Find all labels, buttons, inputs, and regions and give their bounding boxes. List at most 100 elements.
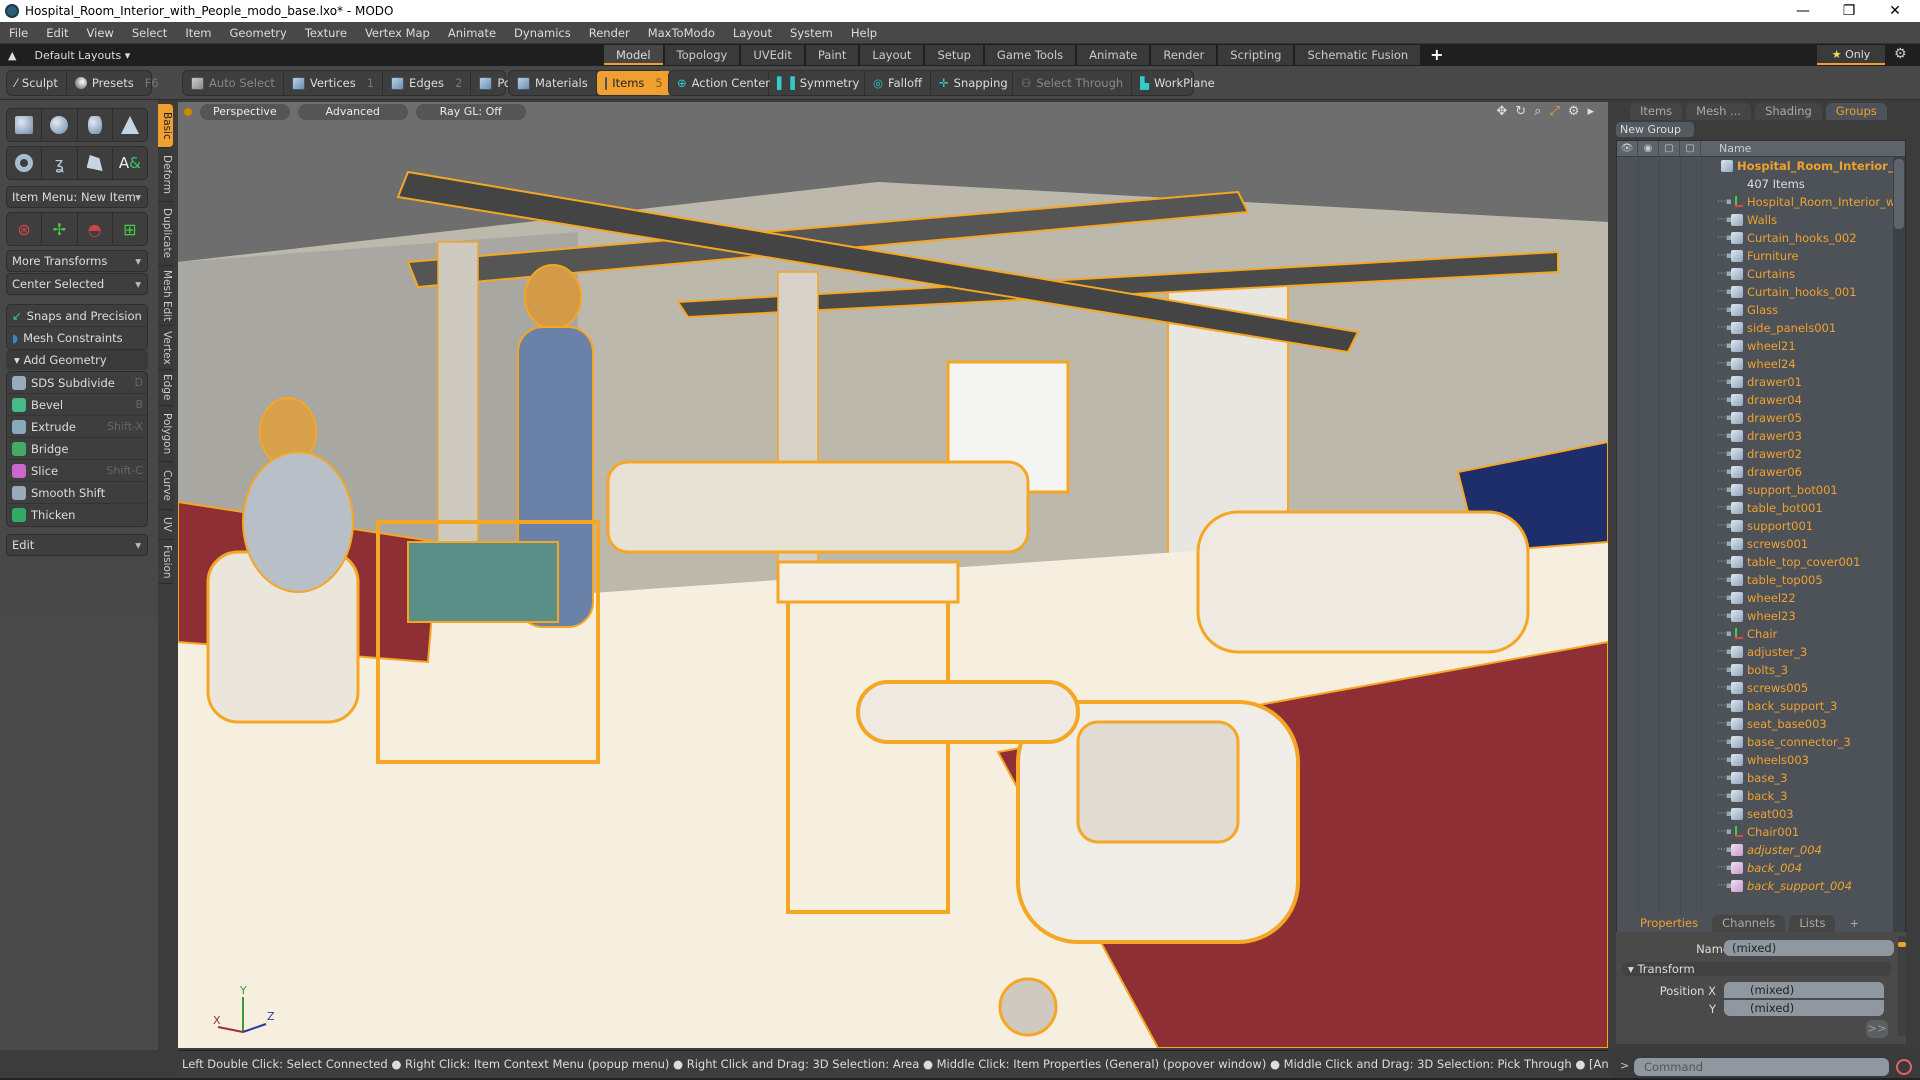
cone-tool[interactable] [113, 109, 147, 141]
workplane-button[interactable]: ▙ WorkPlane [1132, 71, 1223, 95]
vtab-deform[interactable]: Deform [158, 148, 173, 202]
tree-item[interactable]: ···▪ Curtains [1717, 265, 1893, 283]
tool-extrude[interactable]: Extrude Shift-X [7, 416, 147, 438]
zoom-icon[interactable]: ⌕ [1534, 104, 1541, 119]
vtab-edge[interactable]: Edge [158, 370, 173, 406]
layout-tab-topology[interactable]: Topology [664, 45, 740, 65]
vtab-duplicate[interactable]: Duplicate [158, 202, 173, 266]
item-menu-dropdown[interactable]: Item Menu: New Item [6, 186, 148, 208]
edit-dropdown[interactable]: Edit [6, 534, 148, 556]
layout-tab-render[interactable]: Render [1151, 45, 1217, 65]
layout-tab-paint[interactable]: Paint [805, 45, 859, 65]
mesh-constraints-button[interactable]: ◗ Mesh Constraints [7, 327, 147, 349]
select-through-button[interactable]: ⚇ Select Through [1013, 71, 1133, 95]
tree-item[interactable]: ···▪ Furniture [1717, 247, 1893, 265]
3d-viewport[interactable]: Perspective Advanced Ray GL: Off ✥ ↻ ⌕ ⤢… [178, 102, 1608, 1048]
vtab-fusion[interactable]: Fusion [158, 540, 173, 584]
root-group[interactable]: Hospital_Room_Interior_ ... [1717, 157, 1893, 175]
tree-item[interactable]: ···▪ Curtain_hooks_001 [1717, 283, 1893, 301]
menu-item[interactable]: Item [176, 26, 220, 40]
capsule-tool[interactable]: ʓ [42, 147, 78, 179]
tree-item[interactable]: ···▪ seat_base003 [1717, 715, 1893, 733]
menu-system[interactable]: System [781, 26, 842, 40]
panel-tab-shading[interactable]: Shading [1755, 103, 1822, 120]
tree-item[interactable]: ···▪ wheel21 [1717, 337, 1893, 355]
tree-item[interactable]: ···▪ table_top_cover001 [1717, 553, 1893, 571]
tree-item[interactable]: ···▪ base_3 [1717, 769, 1893, 787]
move-tool[interactable]: ✢ [42, 213, 78, 245]
menu-edit[interactable]: Edit [37, 26, 77, 40]
pan-icon[interactable]: ✥ [1496, 104, 1507, 119]
name-field[interactable]: (mixed) [1724, 940, 1894, 956]
tree-item[interactable]: ···▪ wheel23 [1717, 607, 1893, 625]
tree-item[interactable]: ···▪ bolts_3 [1717, 661, 1893, 679]
more-transforms-dropdown[interactable]: More Transforms [6, 250, 148, 272]
collapse-arrow-icon[interactable]: ▲ [8, 49, 16, 62]
layout-tab-schematic-fusion[interactable]: Schematic Fusion [1295, 45, 1421, 65]
close-button[interactable]: ✕ [1872, 0, 1918, 22]
props-tab-channels[interactable]: Channels [1712, 915, 1786, 932]
layout-tab-model[interactable]: Model [604, 45, 663, 65]
edges-button[interactable]: Edges 2 [383, 71, 472, 95]
tree-item[interactable]: ···▪ seat003 [1717, 805, 1893, 823]
materials-button[interactable]: Materials [509, 71, 597, 95]
add-props-tab-button[interactable]: + [1839, 915, 1869, 932]
tree-item[interactable]: ···▪ support001 [1717, 517, 1893, 535]
tree-item[interactable]: ···▪ drawer06 [1717, 463, 1893, 481]
tree-item[interactable]: ···▪Hospital_Room_Interior_wit... [1717, 193, 1893, 211]
vtab-vertex[interactable]: Vertex [158, 326, 173, 370]
shading-mode-button[interactable]: Advanced [297, 104, 408, 120]
center-selected-dropdown[interactable]: Center Selected [6, 273, 148, 295]
symmetry-button[interactable]: ▌▐ Symmetry [769, 71, 865, 95]
menu-render[interactable]: Render [580, 26, 639, 40]
select-icon[interactable]: ▢ [1680, 140, 1701, 157]
layout-tab-scripting[interactable]: Scripting [1218, 45, 1294, 65]
minimize-button[interactable]: — [1780, 0, 1826, 22]
menu-view[interactable]: View [78, 26, 123, 40]
tree-item[interactable]: ···▪ wheel24 [1717, 355, 1893, 373]
text-tool[interactable]: A& [113, 147, 147, 179]
tree-item[interactable]: ···▪ side_panels001 [1717, 319, 1893, 337]
visibility-eye-icon[interactable]: 👁 [1617, 140, 1638, 157]
position-x-field[interactable]: (mixed) [1724, 982, 1884, 998]
menu-help[interactable]: Help [842, 26, 886, 40]
layout-tab-animate[interactable]: Animate [1077, 45, 1150, 65]
tool-thicken[interactable]: Thicken [7, 504, 147, 526]
default-layouts-dropdown[interactable]: Default Layouts ▾ [34, 49, 130, 62]
tree-item[interactable]: ···▪ drawer01 [1717, 373, 1893, 391]
tool-sds-subdivide[interactable]: SDS Subdivide D [7, 372, 147, 394]
new-group-button[interactable]: New Group [1616, 122, 1694, 137]
vertices-button[interactable]: Vertices 1 [284, 71, 384, 95]
scale-tool[interactable]: ⊞ [113, 213, 147, 245]
menu-maxtomodo[interactable]: MaxToModo [639, 26, 724, 40]
torus-tool[interactable] [7, 147, 43, 179]
action-center-button[interactable]: ⊕ Action Center [669, 71, 770, 95]
menu-dynamics[interactable]: Dynamics [505, 26, 580, 40]
layout-tab-uvedit[interactable]: UVEdit [741, 45, 804, 65]
tree-item[interactable]: ···▪ back_support_004 [1717, 877, 1893, 895]
gear-icon[interactable]: ⚙ [1894, 46, 1907, 62]
tree-item[interactable]: ···▪ Glass [1717, 301, 1893, 319]
lock-icon[interactable]: ▢ [1659, 140, 1680, 157]
sphere-tool[interactable] [42, 109, 78, 141]
layout-tab-layout[interactable]: Layout [860, 45, 924, 65]
record-icon[interactable] [1896, 1059, 1912, 1075]
tree-item[interactable]: ···▪ support_bot001 [1717, 481, 1893, 499]
tree-item[interactable]: ···▪ Curtain_hooks_002 [1717, 229, 1893, 247]
tree-item[interactable]: ···▪ Chair001 [1717, 823, 1893, 841]
tool-slice[interactable]: Slice Shift-C [7, 460, 147, 482]
menu-geometry[interactable]: Geometry [221, 26, 296, 40]
tree-item[interactable]: ···▪ base_connector_3 [1717, 733, 1893, 751]
snaps-precision-button[interactable]: ↙ Snaps and Precision [7, 305, 147, 327]
tree-item[interactable]: ···▪ wheel22 [1717, 589, 1893, 607]
menu-select[interactable]: Select [123, 26, 176, 40]
add-geometry-header[interactable]: ▾ Add Geometry [6, 350, 148, 370]
view-mode-button[interactable]: Perspective [200, 104, 290, 120]
viewport-dot-icon[interactable] [184, 108, 192, 116]
maximize-button[interactable]: ❐ [1826, 0, 1872, 22]
vtab-polygon[interactable]: Polygon [158, 406, 173, 462]
tree-item[interactable]: ···▪ screws001 [1717, 535, 1893, 553]
layout-tab-setup[interactable]: Setup [925, 45, 983, 65]
cylinder-tool[interactable] [78, 109, 113, 141]
tree-scrollbar[interactable] [1893, 157, 1905, 994]
